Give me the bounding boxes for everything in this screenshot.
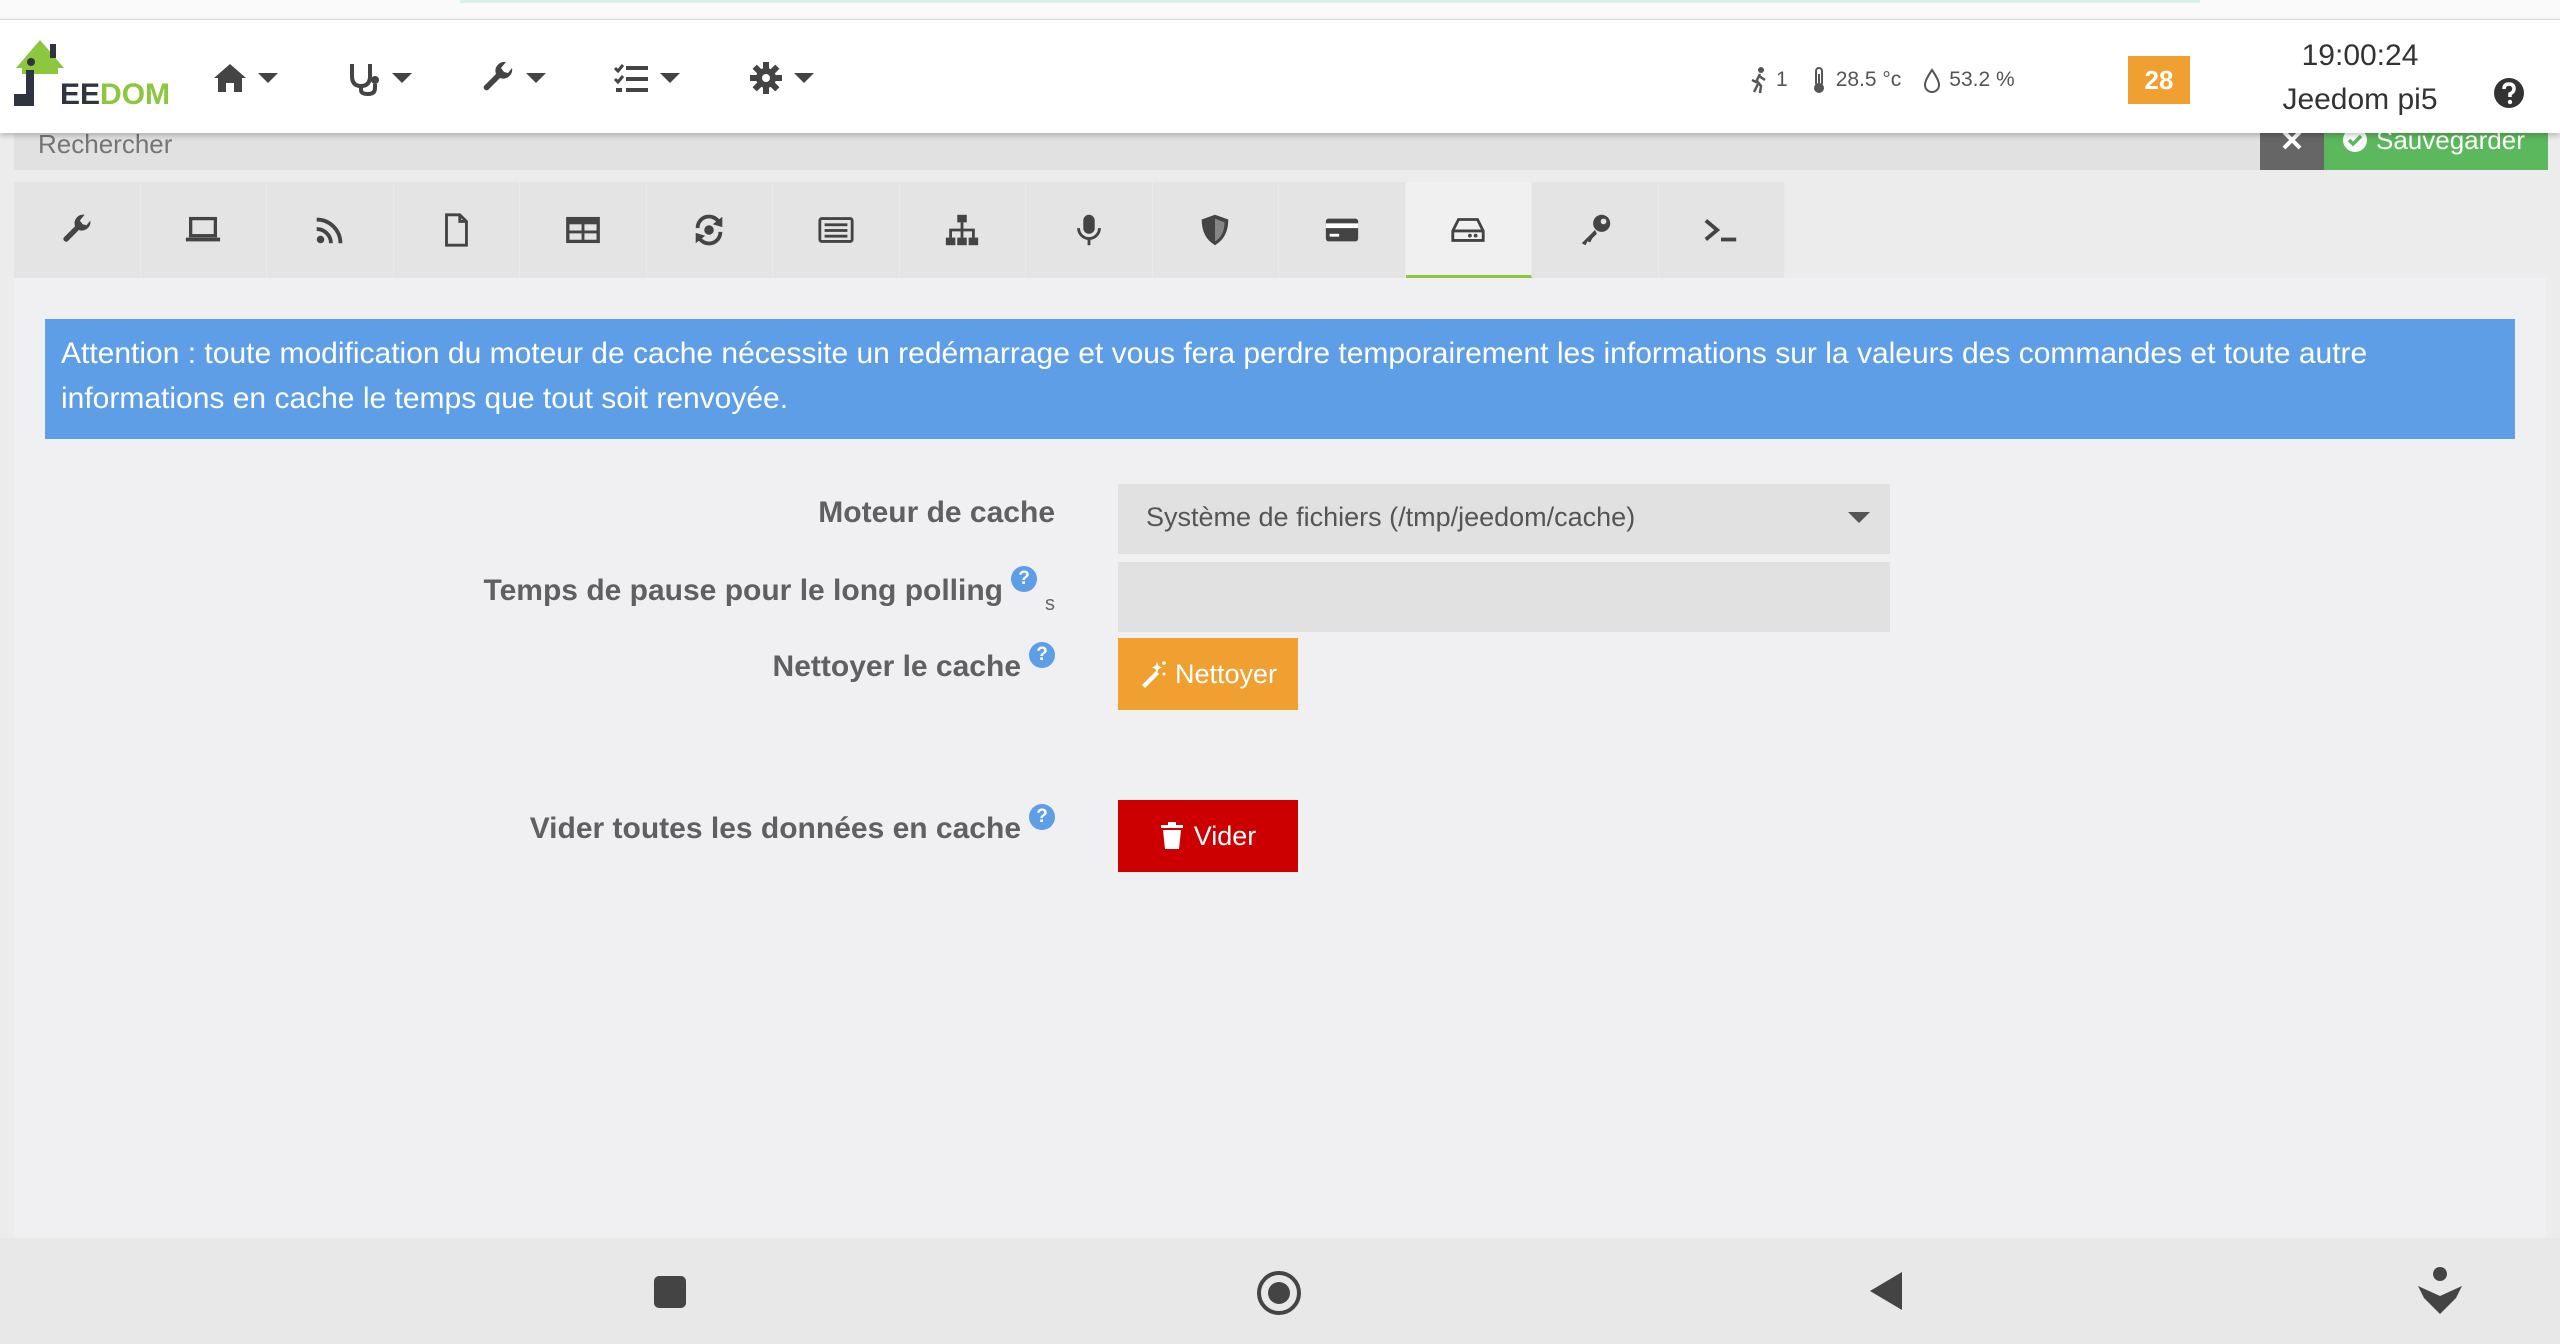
wrench-icon [63, 214, 91, 242]
stethoscope-icon [350, 64, 379, 97]
tab-cache[interactable] [1405, 182, 1532, 278]
walking-person-icon [1751, 67, 1766, 94]
table-icon [565, 216, 600, 244]
top-navbar: EEDOM 1 28.5 °c 53.2 % 28 19:00:24 Jeedo… [0, 20, 2560, 133]
tab-commands[interactable] [773, 182, 900, 278]
chevron-down-icon [660, 73, 680, 83]
tab-summaries[interactable] [520, 182, 647, 278]
wrench-icon [483, 61, 513, 91]
tab-updates[interactable] [646, 182, 773, 278]
menu-home[interactable] [210, 54, 344, 102]
temperature-sensor[interactable]: 28.5 °c [1808, 66, 1901, 94]
credit-card-icon [1325, 218, 1358, 242]
help-icon[interactable]: ? [1011, 566, 1037, 592]
accessibility-icon[interactable] [2416, 1266, 2464, 1316]
long-polling-label: Temps de pause pour le long polling ?s [483, 566, 1055, 615]
key-icon [1581, 214, 1610, 246]
recent-apps-icon[interactable] [652, 1274, 688, 1310]
chevron-down-icon [1848, 512, 1870, 523]
tab-interface[interactable] [140, 182, 267, 278]
long-polling-input[interactable] [1118, 562, 1890, 632]
menu-plugins[interactable] [612, 54, 746, 102]
tab-general[interactable] [14, 182, 141, 278]
home-circle-icon[interactable] [1256, 1270, 1302, 1316]
tab-objects[interactable] [899, 182, 1026, 278]
tab-system[interactable] [1658, 182, 1785, 278]
tab-network[interactable] [267, 182, 394, 278]
notification-badge[interactable]: 28 [2128, 56, 2190, 104]
file-icon [445, 213, 469, 247]
humidity-sensor[interactable]: 53.2 % [1921, 66, 2015, 94]
tab-logs[interactable] [393, 182, 520, 278]
cache-config-panel: Attention : toute modification du moteur… [14, 278, 2546, 1238]
status-strip [0, 0, 2560, 20]
cache-engine-label: Moteur de cache [818, 496, 1055, 529]
sitemap-icon [946, 214, 979, 246]
cache-engine-select[interactable]: Système de fichiers (/tmp/jeedom/cache) [1118, 484, 1890, 554]
presence-sensor[interactable]: 1 [1748, 66, 1788, 94]
empty-cache-label: Vider toutes les données en cache? [530, 804, 1055, 846]
trash-icon [1160, 822, 1183, 849]
gear-icon [750, 62, 782, 94]
config-tabs [14, 182, 1785, 278]
chevron-down-icon [392, 73, 412, 83]
sync-icon [695, 214, 723, 246]
home-icon [214, 64, 246, 92]
empty-cache-button[interactable]: Vider [1118, 800, 1298, 872]
tab-interactions[interactable] [1026, 182, 1153, 278]
microphone-icon [1076, 214, 1101, 246]
help-icon[interactable]: ? [1029, 804, 1055, 830]
menu-tools[interactable] [478, 54, 612, 102]
rss-icon [316, 217, 343, 244]
menu-settings[interactable] [746, 54, 880, 102]
tab-api[interactable] [1532, 182, 1659, 278]
jeedom-logo[interactable]: EEDOM [12, 34, 172, 124]
laptop-icon [186, 216, 221, 242]
terminal-icon [1704, 219, 1737, 242]
hdd-icon [1451, 217, 1485, 242]
tab-equipment[interactable] [1279, 182, 1406, 278]
help-icon[interactable] [2492, 76, 2526, 110]
menu-analysis[interactable] [344, 54, 478, 102]
thermometer-icon [1813, 67, 1824, 93]
sensor-summary[interactable]: 1 28.5 °c 53.2 % [1748, 66, 2029, 94]
list-alt-icon [818, 217, 854, 243]
chevron-down-icon [526, 73, 546, 83]
help-icon[interactable]: ? [1029, 642, 1055, 668]
back-icon[interactable] [1868, 1270, 1904, 1312]
system-nav-bar [0, 1238, 2560, 1344]
clock-time: 19:00:24 [2301, 39, 2419, 72]
clean-cache-label: Nettoyer le cache? [773, 642, 1055, 684]
seconds-unit: s [1045, 593, 1055, 615]
brand-name: EEDOM [60, 78, 171, 111]
chevron-down-icon [794, 73, 814, 83]
chevron-down-icon [258, 73, 278, 83]
hostname: Jeedom pi5 [2282, 83, 2438, 116]
water-drop-icon [1924, 68, 1941, 93]
clean-cache-button[interactable]: Nettoyer [1118, 638, 1298, 710]
clock-hostname: 19:00:24 Jeedom pi5 [2260, 34, 2460, 122]
magic-wand-icon [1141, 661, 1166, 688]
checklist-icon [613, 64, 648, 92]
cache-warning-alert: Attention : toute modification du moteur… [45, 319, 2515, 439]
tab-security[interactable] [1152, 182, 1279, 278]
shield-icon [1201, 214, 1229, 246]
